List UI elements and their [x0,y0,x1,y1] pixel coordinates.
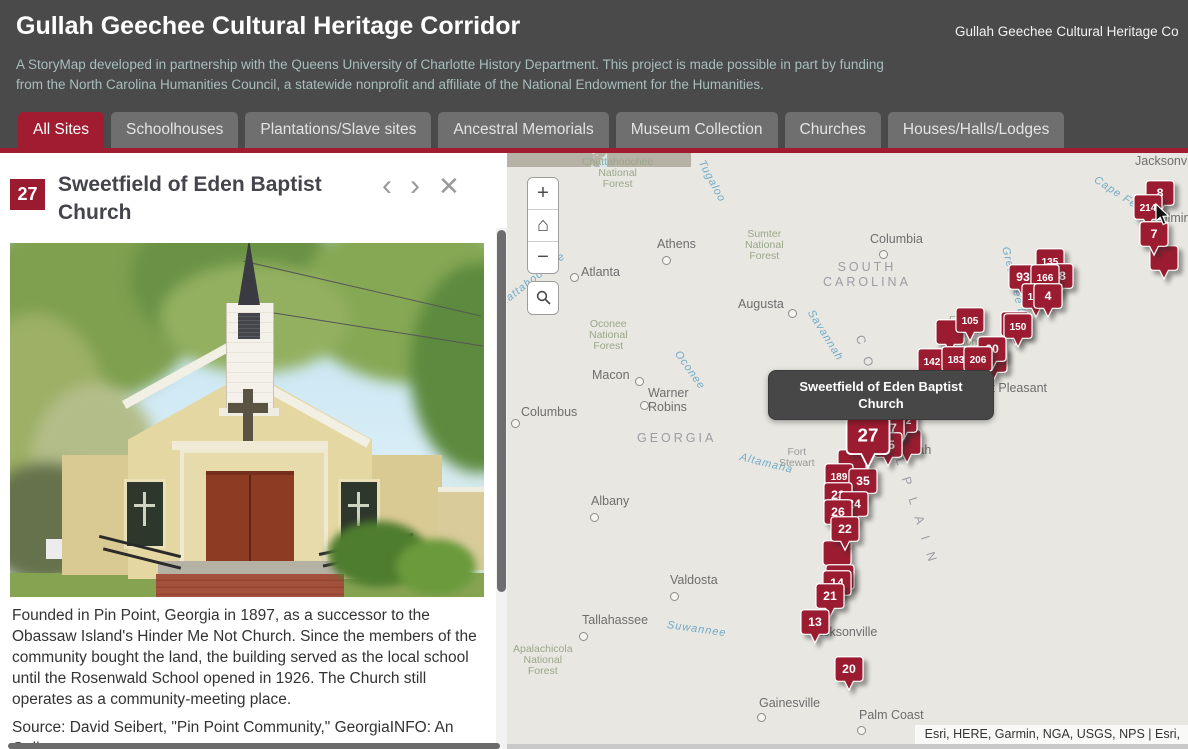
storymap-app: Gullah Geechee Cultural Heritage Corrido… [0,0,1188,749]
city-dot [662,256,671,265]
window-title: Gullah Geechee Cultural Heritage Co [955,24,1188,39]
map-label-region: GEORGIA [637,431,716,446]
map-marker-150[interactable]: 150 [1003,313,1033,349]
search-button[interactable] [528,282,558,313]
city-dot [670,592,679,601]
map-tooltip: Sweetfield of Eden Baptist Church [768,370,994,420]
steeple-louver [238,313,260,339]
map[interactable]: Atlanta Athens Columbia Augusta Macon WarnerR… [507,153,1188,749]
map-bottom-edge [507,744,1188,749]
panel-hscrollbar-thumb[interactable] [8,743,500,749]
svg-text:206: 206 [970,355,987,366]
svg-text:105: 105 [962,316,979,327]
home-button[interactable]: ⌂ [528,209,558,241]
brick-steps [156,574,344,597]
zoom-out-button[interactable]: − [528,241,558,273]
map-label-city: Atlanta [581,265,620,279]
tab-bar: All SitesSchoolhousesPlantations/Slave s… [18,112,1064,148]
panel-nav: ‹ › ✕ [382,171,460,201]
close-panel-button[interactable]: ✕ [438,171,460,201]
tab-ancestral-memorials[interactable]: Ancestral Memorials [438,112,608,148]
svg-text:27: 27 [858,424,879,445]
tab-plantations-slave-sites[interactable]: Plantations/Slave sites [245,112,431,148]
search-icon [536,290,551,305]
svg-text:4: 4 [1045,289,1052,303]
city-dot [640,401,649,410]
svg-text:35: 35 [856,474,870,488]
city-dot [879,250,888,259]
map-attribution: Esri, HERE, Garmin, NGA, USGS, NPS | Esr… [915,725,1188,744]
map-label-city: Augusta [738,297,784,311]
zoom-control: + ⌂ − [527,177,559,274]
svg-text:22: 22 [838,522,852,536]
map-label-city: Athens [657,237,696,251]
tab-churches[interactable]: Churches [785,112,881,148]
panel-scrollbar-thumb[interactable] [497,230,506,592]
porch-platform [158,561,342,575]
church-doors [206,471,294,569]
map-marker-27[interactable]: 27 [845,415,891,470]
svg-text:21: 21 [823,589,837,603]
map-label-city: Jacksonville [1135,154,1188,168]
map-label-forest: ApalachicolaNationalForest [513,644,573,677]
bush [396,539,476,595]
city-dot [590,513,599,522]
prev-site-button[interactable]: ‹ [382,171,392,201]
gable-cross [243,389,253,443]
tab-houses-halls-lodges[interactable]: Houses/Halls/Lodges [888,112,1064,148]
city-dot [635,377,644,386]
map-label-forest: ChattahoocheeNationalForest [582,157,653,190]
mouse-cursor-icon [1155,203,1173,227]
map-label-city: Macon [592,368,630,382]
svg-text:13: 13 [808,615,822,629]
next-site-button[interactable]: › [410,171,420,201]
map-label-river: Savannah [805,308,846,363]
tab-museum-collection[interactable]: Museum Collection [616,112,778,148]
city-dot [788,309,797,318]
site-title: Sweetfield of Eden Baptist Church [58,171,358,227]
map-label-city: Columbus [521,405,577,419]
svg-text:7: 7 [1151,227,1158,241]
gable-cross [228,403,268,413]
map-marker-22[interactable]: 22 [830,516,860,552]
map-label-city: Albany [591,494,629,508]
city-dot [857,726,866,735]
site-number-badge: 27 [10,179,45,210]
map-label-city: WarnerRobins [648,386,689,414]
map-marker-20[interactable]: 20 [834,656,864,692]
map-label-region: SOUTHCAROLINA [823,260,911,290]
city-dot [570,273,579,282]
map-label-city: Valdosta [670,573,718,587]
search-control [527,281,559,315]
map-label-city: Tallahassee [582,613,648,627]
header-subtitle: A StoryMap developed in partnership with… [16,55,911,95]
church-window [124,479,166,549]
map-label-city: Columbia [870,232,923,246]
svg-text:150: 150 [1010,322,1027,333]
page-title: Gullah Geechee Cultural Heritage Corrido… [16,12,520,41]
zoom-in-button[interactable]: + [528,178,558,209]
header: Gullah Geechee Cultural Heritage Corrido… [0,0,1188,148]
tab-all-sites[interactable]: All Sites [18,112,104,148]
svg-text:142: 142 [924,357,941,368]
city-dot [511,419,520,428]
map-label-river: Suwannee [666,619,727,639]
map-label-forest: OconeeNationalForest [589,319,628,352]
tab-schoolhouses[interactable]: Schoolhouses [111,112,238,148]
site-photo [10,243,484,597]
city-dot [757,713,766,722]
map-marker-13[interactable]: 13 [800,609,830,645]
map-label-city: Gainesville [759,696,820,710]
map-label-city: Palm Coast [859,708,924,722]
svg-text:20: 20 [842,662,856,676]
city-dot [579,632,588,641]
site-panel: 27 Sweetfield of Eden Baptist Church ‹ ›… [0,153,507,749]
map-label-forest: SumterNationalForest [745,229,784,262]
site-description: Founded in Pin Point, Georgia in 1897, a… [12,605,480,710]
map-label-river: Tugaloo [696,158,728,204]
map-marker-4[interactable]: 4 [1033,283,1063,319]
